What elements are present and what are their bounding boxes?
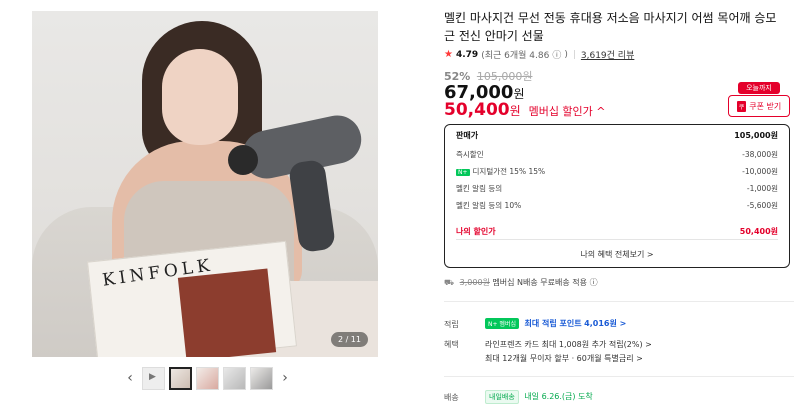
photo-magazine-page xyxy=(177,268,277,357)
thumbnail-image[interactable] xyxy=(223,366,246,390)
thumbnail-image[interactable] xyxy=(196,366,219,390)
breakdown-head-value: 105,000원 xyxy=(734,131,778,140)
thumbnail-strip: ‹ › xyxy=(122,366,293,390)
breakdown-row-label: 디지털가전 15% 15% xyxy=(472,167,546,176)
divider: | xyxy=(572,49,576,60)
delivery-label: 배송 xyxy=(444,393,459,402)
breakdown-row-label: 멜킨 알림 등의 10% xyxy=(456,201,522,210)
rating-score: 4.79 xyxy=(455,49,479,60)
delivery-date: 내일 6.26.(금) 도착 xyxy=(524,392,593,401)
benefit-card-link[interactable]: 라인프렌즈 카드 최대 1,008원 추가 적립(2%) > xyxy=(485,339,652,350)
thumbnail-video[interactable] xyxy=(142,366,165,390)
shipping-note: ⛟ 3,000원 멤버십 N배송 무료배송 적용 ⓘ xyxy=(444,277,598,288)
breakdown-row: 즉시할인 -38,000원 xyxy=(456,146,778,163)
reviews-link[interactable]: 3,619건 리뷰 xyxy=(581,48,634,61)
sale-price-unit: 원 xyxy=(513,87,525,101)
rating-recent-close: ) xyxy=(564,49,568,60)
coupon-icon: 쿠 xyxy=(736,100,747,112)
breakdown-row-label: 즉시할인 xyxy=(456,150,484,159)
breakdown-row: 멜킨 알림 등의 -1,000원 xyxy=(456,180,778,197)
member-price-value: 50,400 xyxy=(444,100,510,120)
points-label: 적립 xyxy=(444,320,459,329)
breakdown-total-label: 나의 할인가 xyxy=(456,226,496,236)
benefit-installment-link[interactable]: 최대 12개월 무이자 할부 · 60개월 특별금리 > xyxy=(485,353,643,364)
thumbnail-image[interactable] xyxy=(250,366,273,390)
member-price[interactable]: 50,400원 멤버십 할인가 ^ xyxy=(444,100,606,120)
photo-massage-gun-ball xyxy=(228,145,258,175)
shipping-original-fee: 3,000원 xyxy=(459,278,490,287)
breakdown-row-label: 멜킨 알림 등의 xyxy=(456,184,503,193)
breakdown-row-value: -38,000원 xyxy=(742,150,778,159)
points-text: 최대 적립 포인트 xyxy=(524,319,582,328)
member-price-label[interactable]: 멤버십 할인가 ^ xyxy=(529,105,606,118)
view-all-benefits-link[interactable]: 나의 혜택 전체보기 > xyxy=(445,249,789,260)
npay-plus-icon: N+ xyxy=(456,169,470,176)
breakdown-head-label: 판매가 xyxy=(456,131,479,140)
thumbnail-image-active[interactable] xyxy=(169,366,192,390)
chevron-left-icon[interactable]: ‹ xyxy=(122,370,138,386)
star-icon: ★ xyxy=(444,49,453,60)
product-gallery: KINFOLK 2 / 11 ‹ › xyxy=(0,0,410,407)
rating-row: ★ 4.79 (최근 6개월 4.86 ⓘ ) | 3,619건 리뷰 xyxy=(444,48,634,61)
breakdown-row: 멜킨 알림 등의 10% -5,600원 xyxy=(456,197,778,214)
coupon-deadline-badge: 오늘까지 xyxy=(738,82,780,94)
delivery-badge: 내일배송 xyxy=(485,390,519,404)
breakdown-row-value: -1,000원 xyxy=(746,184,778,193)
main-product-image[interactable]: KINFOLK 2 / 11 xyxy=(32,11,378,357)
points-amount: 4,016원 > xyxy=(584,319,627,328)
breakdown-row-value: -5,600원 xyxy=(746,201,778,210)
rating-recent: (최근 6개월 4.86 xyxy=(481,51,550,61)
benefits-label: 혜택 xyxy=(444,340,459,349)
divider xyxy=(444,301,794,302)
price-breakdown-box: 판매가 105,000원 즉시할인 -38,000원 N+ 디지털가전 15% 1… xyxy=(444,124,790,268)
coupon-widget: 오늘까지 쿠 쿠폰 받기 xyxy=(728,82,790,117)
npay-membership-badge: N+ 멤버십 xyxy=(485,318,519,329)
coupon-download-button[interactable]: 쿠 쿠폰 받기 xyxy=(728,95,790,117)
breakdown-spacer xyxy=(456,214,778,222)
chevron-right-icon[interactable]: › xyxy=(277,370,293,386)
delivery-value: 내일배송 내일 6.26.(금) 도착 xyxy=(485,390,593,404)
product-title: 멜킨 마사지건 무선 전동 휴대용 저소음 마사지기 어썸 목어깨 승모근 전신… xyxy=(444,11,777,43)
breakdown-row-value: -10,000원 xyxy=(742,167,778,176)
breakdown-divider xyxy=(456,239,778,240)
info-icon[interactable]: ⓘ xyxy=(590,278,598,287)
truck-icon: ⛟ xyxy=(444,278,455,287)
breakdown-total-value: 50,400원 xyxy=(739,226,778,236)
coupon-button-label: 쿠폰 받기 xyxy=(749,101,782,111)
photo-face xyxy=(162,49,238,145)
product-details: 멜킨 마사지건 무선 전동 휴대용 저소음 마사지기 어썸 목어깨 승모근 전신… xyxy=(444,0,794,407)
points-value[interactable]: N+ 멤버십 최대 적립 포인트 4,016원 > xyxy=(485,318,626,329)
image-counter: 2 / 11 xyxy=(330,332,368,347)
breakdown-row: N+ 디지털가전 15% 15% -10,000원 xyxy=(456,163,778,180)
info-icon[interactable]: ⓘ xyxy=(552,48,561,61)
divider xyxy=(444,376,794,377)
shipping-note-text: 멤버십 N배송 무료배송 적용 xyxy=(492,278,588,287)
breakdown-head-row: 판매가 105,000원 xyxy=(456,125,778,146)
member-price-unit: 원 xyxy=(509,104,521,118)
breakdown-total-row: 나의 할인가 50,400원 xyxy=(456,222,778,240)
